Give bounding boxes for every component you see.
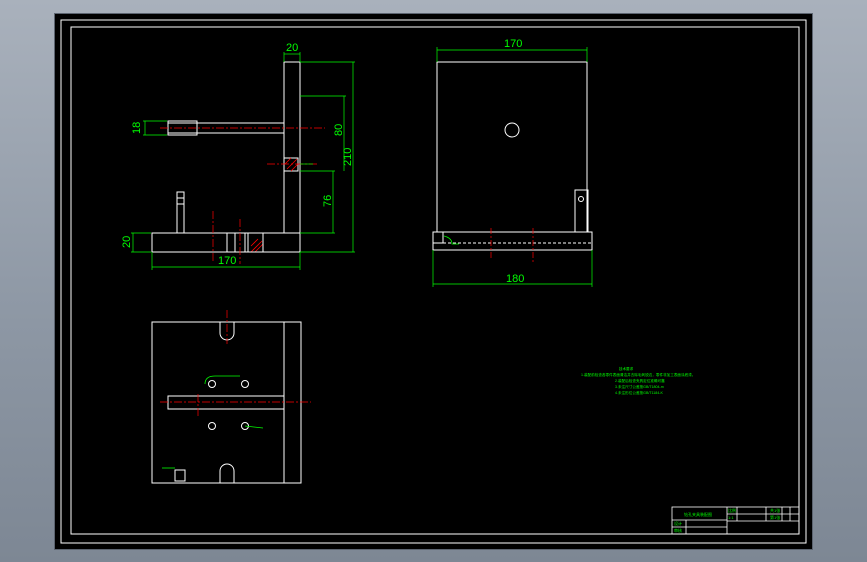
notes-title: 技术要求 (619, 366, 634, 371)
front-plate (436, 61, 588, 233)
dim-base-thickness: 20 (121, 236, 133, 248)
cad-drawing: 20 18 80 210 76 20 170 170 180 技术要求 1.装配… (60, 19, 807, 544)
title-checker: 审核 (674, 527, 682, 533)
title-drawing-name: 钻孔夹具装配图 (684, 511, 712, 517)
vertical-plate (283, 61, 301, 234)
front-base (432, 231, 593, 251)
dim-base-width: 170 (218, 255, 236, 267)
dim-pin-dia: 18 (131, 122, 143, 134)
notes-line-3: 3.未注尺寸公差按GB/T1804-m (615, 384, 664, 389)
base-plate (151, 232, 301, 253)
title-designer: 设计 (674, 520, 682, 526)
side-section-hatch (250, 157, 299, 253)
top-callouts (162, 375, 264, 469)
front-hole (504, 122, 520, 138)
title-ratio-value: 1:1 (728, 515, 734, 520)
side-dimension-lines (131, 52, 355, 270)
technical-notes: 技术要求 1.装配前检查各零件表面清洁并去除毛刺锐边，零件非加工表面涂底漆。 2… (581, 366, 695, 395)
dim-front-bottom-width: 180 (506, 273, 524, 285)
top-pin (167, 395, 285, 410)
top-view (151, 321, 302, 484)
inner-border (70, 26, 800, 535)
front-centerlines (490, 228, 534, 264)
outer-border (60, 19, 807, 544)
notes-line-4: 4.未注形位公差按GB/T1184-K (615, 390, 663, 395)
dim-overall-height: 210 (342, 148, 354, 166)
dim-front-top-width: 170 (504, 38, 522, 50)
side-view (151, 61, 301, 253)
notes-line-2: 2.装配后检查夹具定位准确可靠 (615, 378, 665, 383)
notes-line-1: 1.装配前检查各零件表面清洁并去除毛刺锐边，零件非加工表面涂底漆。 (581, 372, 695, 377)
dim-lower-height: 76 (322, 195, 334, 207)
dim-upper-height: 80 (333, 124, 345, 136)
top-centerlines (160, 310, 311, 418)
front-view (432, 61, 593, 251)
front-dimension-lines (432, 47, 593, 287)
title-sheet-value: 第1张 (770, 514, 780, 520)
title-ratio-label: 比例 (728, 507, 736, 513)
top-slot-lower (219, 463, 235, 483)
top-upright (283, 321, 302, 484)
title-sheet-label: 共1张 (770, 507, 780, 513)
drawing-canvas[interactable]: 20 18 80 210 76 20 170 170 180 技术要求 1.装配… (55, 14, 812, 549)
top-plate (151, 321, 302, 484)
dim-top-width: 20 (286, 42, 298, 54)
